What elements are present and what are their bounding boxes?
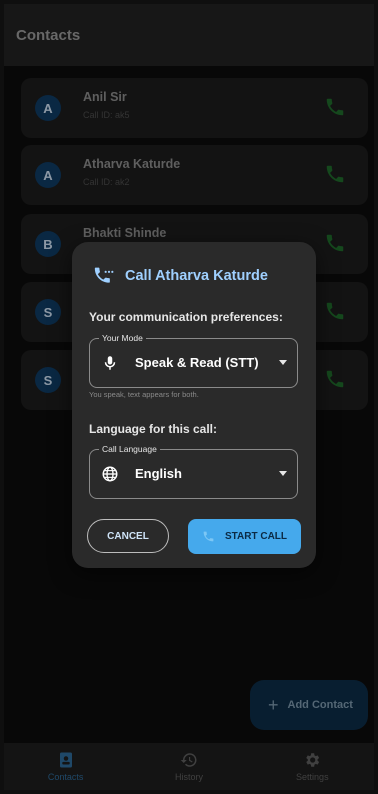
call-dialog: Call Atharva Katurde Your communication … [72,242,316,568]
language-select[interactable]: Call Language English [89,444,298,499]
mode-select[interactable]: Your Mode Speak & Read (STT) [89,333,298,388]
phone-icon [203,531,214,542]
mode-legend: Your Mode [99,333,146,344]
language-value: English [135,466,182,481]
phone-calling-icon [94,267,114,283]
dropdown-arrow-icon [279,360,287,365]
globe-icon [102,466,118,482]
mode-value: Speak & Read (STT) [135,355,259,370]
dropdown-arrow-icon [279,471,287,476]
dialog-title: Call Atharva Katurde [125,268,268,284]
microphone-icon [104,356,116,370]
preferences-label: Your communication preferences: [89,310,283,324]
start-call-label: START CALL [224,531,288,542]
language-legend: Call Language [99,444,160,455]
cancel-button[interactable]: CANCEL [87,519,169,553]
mode-helper-text: You speak, text appears for both. [89,390,199,399]
language-label: Language for this call: [89,422,218,436]
app-frame: Contacts A Anil Sir Call ID: ak5 A Athar… [4,4,374,790]
start-call-button[interactable]: START CALL [188,519,301,554]
